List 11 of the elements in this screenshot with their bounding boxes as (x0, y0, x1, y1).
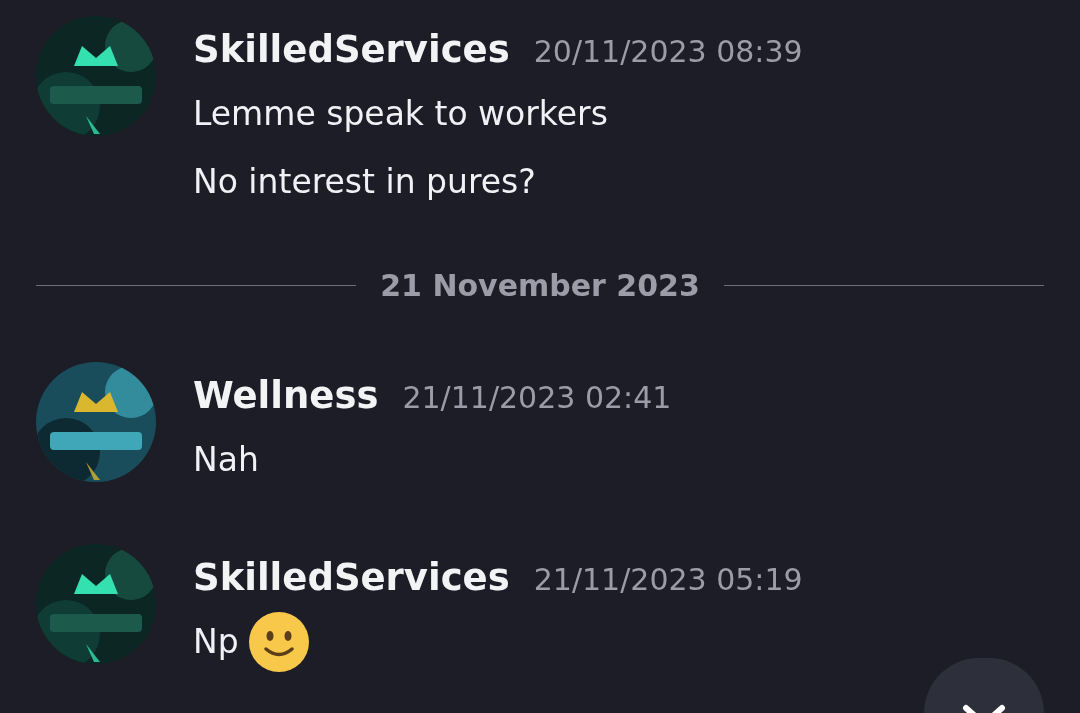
message-text: Lemme speak to workers (193, 93, 608, 135)
timestamp: 21/11/2023 05:19 (533, 561, 803, 599)
timestamp: 20/11/2023 08:39 (533, 33, 803, 71)
author-name[interactable]: SkilledServices (193, 22, 510, 78)
message-text: No interest in pures? (193, 161, 536, 203)
author-name[interactable]: SkilledServices (193, 550, 510, 606)
date-divider-label: 21 November 2023 (380, 266, 700, 305)
timestamp: 21/11/2023 02:41 (402, 379, 672, 417)
message-text: Nah (193, 439, 259, 481)
message-text: Np (193, 621, 239, 663)
author-name[interactable]: Wellness (193, 368, 379, 424)
